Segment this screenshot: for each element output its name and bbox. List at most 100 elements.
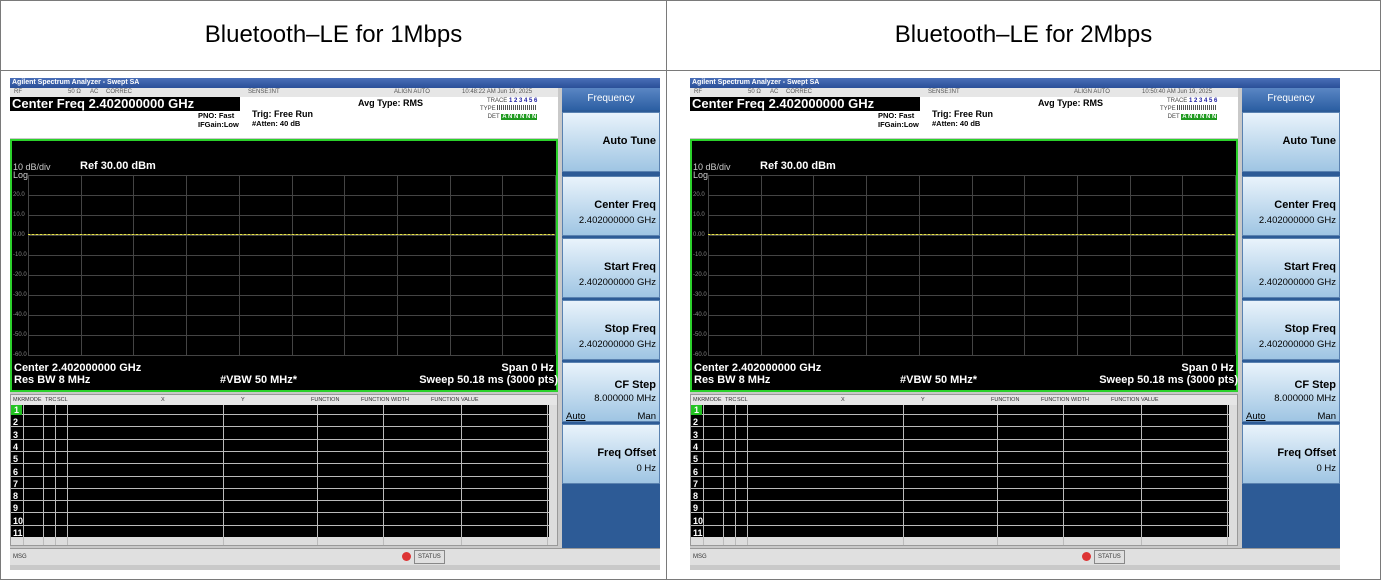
marker-row[interactable]: 2	[11, 417, 557, 428]
marker-number: 2	[13, 417, 19, 428]
marker-number: 8	[693, 491, 699, 502]
det-values: A N N N N N	[1181, 114, 1218, 120]
status-button[interactable]: STATUS	[414, 550, 445, 564]
y-tick-label: -10.0	[693, 252, 707, 258]
marker-col-divider	[703, 405, 704, 545]
marker-row[interactable]: 9	[691, 503, 1237, 514]
marker-number: 6	[693, 466, 699, 477]
y-tick-label: -60.0	[13, 352, 27, 358]
marker-row[interactable]: 8	[691, 491, 1237, 502]
marker-table: MKR MODE TRC SCL X Y FUNCTION FUNCTION WIDTH FUN…	[690, 394, 1238, 546]
spectrum-analyzer-screen-2mbps: Agilent Spectrum Analyzer - Swept SA RF …	[690, 78, 1340, 570]
softkey-value: 2.402000000 GHz	[578, 215, 656, 226]
measurement-header: Center Freq 2.402000000 GHz PNO: Fast IF…	[690, 97, 1238, 138]
marker-row[interactable]: 7	[691, 479, 1237, 489]
measurement-header: Center Freq 2.402000000 GHz PNO: Fast IF…	[10, 97, 558, 138]
marker-row[interactable]: 1	[11, 405, 557, 415]
marker-row[interactable]: 10	[691, 516, 1237, 526]
grid-vline	[1076, 175, 1078, 355]
marker-col-header: TRC	[45, 397, 57, 403]
auto-tune-softkey[interactable]: Auto Tune	[562, 112, 660, 172]
horizontal-scrollbar[interactable]	[11, 537, 551, 545]
status-button[interactable]: STATUS	[1094, 550, 1125, 564]
marker-number: 5	[693, 454, 699, 465]
marker-row[interactable]: 3	[11, 430, 557, 440]
marker-col-header: MKR	[693, 397, 706, 403]
marker-number: 10	[693, 515, 704, 526]
softkey-title: Auto Tune	[602, 135, 656, 147]
grid-vline	[1182, 175, 1184, 355]
sense: SENSE:INT	[928, 89, 960, 95]
freq-offset-softkey[interactable]: Freq Offset 0 Hz	[562, 424, 660, 484]
vertical-scrollbar[interactable]	[549, 405, 557, 545]
auto-tune-softkey[interactable]: Auto Tune	[1242, 112, 1340, 172]
marker-row[interactable]: 9	[11, 503, 557, 514]
grid-vline	[971, 175, 973, 355]
softkey-title: Start Freq	[604, 261, 656, 273]
cf-step-auto-option[interactable]: Auto	[566, 411, 586, 422]
marker-number: 9	[13, 503, 19, 514]
marker-row[interactable]: 2	[691, 417, 1237, 428]
vertical-scrollbar[interactable]	[1229, 405, 1237, 545]
marker-row[interactable]: 6	[11, 467, 557, 477]
cf-step-softkey[interactable]: CF Step 8.000000 MHz Auto Man	[1242, 362, 1340, 422]
table-border-left	[0, 0, 1, 580]
marker-col-divider	[223, 405, 224, 545]
marker-row[interactable]: 1	[691, 405, 1237, 415]
marker-row[interactable]: 3	[691, 430, 1237, 440]
stop-freq-softkey[interactable]: Stop Freq 2.402000000 GHz	[562, 300, 660, 360]
center-freq-display[interactable]: Center Freq 2.402000000 GHz	[690, 97, 920, 111]
spectrum-plot[interactable]: 10 dB/div Log Ref 30.00 dBm Center 2.402…	[690, 139, 1238, 392]
grid-vline	[1024, 175, 1026, 355]
pno-setting: PNO: Fast	[198, 111, 235, 120]
stop-freq-softkey[interactable]: Stop Freq 2.402000000 GHz	[1242, 300, 1340, 360]
marker-col-divider	[1141, 405, 1142, 545]
marker-col-header: MODE	[25, 397, 42, 403]
center-freq-display[interactable]: Center Freq 2.402000000 GHz	[10, 97, 240, 111]
softkey-panel: Frequency Auto Tune Center Freq 2.40200000…	[562, 88, 660, 548]
center-freq-softkey[interactable]: Center Freq 2.402000000 GHz	[1242, 176, 1340, 236]
marker-row[interactable]: 5	[691, 454, 1237, 465]
grid-hline	[28, 355, 555, 356]
cf-step-softkey[interactable]: CF Step 8.000000 MHz Auto Man	[562, 362, 660, 422]
trace-label: TRACE	[486, 98, 508, 104]
marker-row[interactable]: 7	[11, 479, 557, 489]
marker-col-header: FUNCTION	[991, 397, 1020, 403]
y-tick-label: -50.0	[13, 332, 27, 338]
marker-col-header: FUNCTION WIDTH	[1041, 397, 1089, 403]
marker-row[interactable]: 5	[11, 454, 557, 465]
cf-step-man-option[interactable]: Man	[638, 411, 656, 422]
det-label: DET	[1167, 114, 1180, 120]
marker-col-divider	[547, 405, 548, 545]
grid-vline	[133, 175, 135, 355]
marker-number: 10	[13, 515, 24, 526]
marker-row[interactable]: 4	[691, 442, 1237, 452]
cf-step-man-option[interactable]: Man	[1318, 411, 1336, 422]
marker-row[interactable]: 8	[11, 491, 557, 502]
y-tick-label: 20.0	[13, 192, 25, 198]
freq-offset-softkey[interactable]: Freq Offset 0 Hz	[1242, 424, 1340, 484]
reference-level: Ref 30.00 dBm	[80, 160, 156, 172]
marker-row[interactable]: 10	[11, 516, 557, 526]
start-freq-softkey[interactable]: Start Freq 2.402000000 GHz	[562, 238, 660, 298]
y-tick-label: -60.0	[693, 352, 707, 358]
align-status: ALIGN AUTO	[394, 89, 430, 95]
caption-2mbps: Bluetooth–LE for 2Mbps	[894, 21, 1153, 48]
cf-step-auto-option[interactable]: Auto	[1246, 411, 1266, 422]
grid-vline	[80, 175, 82, 355]
center-freq-softkey[interactable]: Center Freq 2.402000000 GHz	[562, 176, 660, 236]
grid-vline	[918, 175, 920, 355]
softkey-menu-title: Frequency	[1242, 88, 1340, 110]
horizontal-scrollbar[interactable]	[691, 537, 1231, 545]
marker-row[interactable]: 4	[11, 442, 557, 452]
message-bar: MSG STATUS	[10, 548, 660, 565]
spectrum-plot[interactable]: 10 dB/div Log Ref 30.00 dBm Center 2.402…	[10, 139, 558, 392]
y-tick-label: 0.00	[13, 232, 25, 238]
y-tick-label: 0.00	[693, 232, 705, 238]
video-bandwidth: #VBW 50 MHz*	[900, 374, 978, 386]
start-freq-softkey[interactable]: Start Freq 2.402000000 GHz	[1242, 238, 1340, 298]
marker-row[interactable]: 6	[691, 467, 1237, 477]
grid-vline	[555, 175, 556, 355]
marker-col-header: X	[841, 397, 845, 403]
marker-col-divider	[23, 405, 24, 545]
